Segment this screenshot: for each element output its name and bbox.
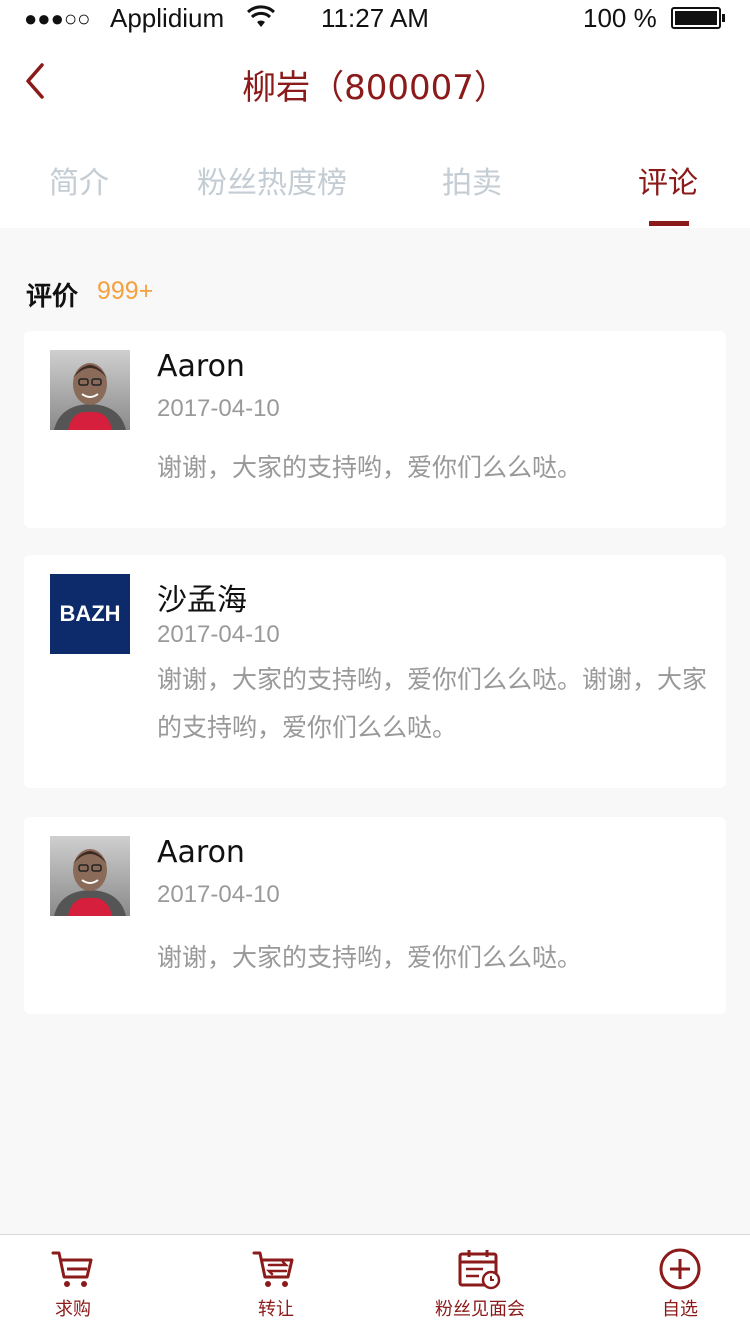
- bottom-nav-buy[interactable]: 求购: [23, 1235, 123, 1334]
- bottom-nav-transfer[interactable]: 转让: [226, 1235, 326, 1334]
- comment-author: 沙孟海: [157, 583, 247, 618]
- bottom-nav-watchlist[interactable]: 自选: [630, 1235, 730, 1334]
- bottom-nav-label: 自选: [662, 1299, 698, 1320]
- comment-text: 谢谢，大家的支持哟，爱你们么么哒。: [157, 943, 583, 972]
- comment-count: 999+: [97, 277, 154, 305]
- tab-fan-ranking[interactable]: 粉丝热度榜: [197, 158, 347, 202]
- comment-author: Aaron: [157, 349, 245, 384]
- brand-logo-icon: BAZH: [50, 574, 130, 654]
- bottom-nav-fan-meeting[interactable]: 粉丝见面会: [420, 1235, 540, 1334]
- tab-comments[interactable]: 评论: [638, 158, 698, 202]
- cart-icon: [51, 1251, 93, 1287]
- page-title: 柳岩（800007）: [242, 68, 508, 108]
- comment-card: Aaron 2017-04-10 谢谢，大家的支持哟，爱你们么么哒。: [24, 817, 726, 1014]
- bottom-nav: 求购 转让 粉丝见面会 自选: [0, 1234, 750, 1334]
- comment-date: 2017-04-10: [157, 621, 280, 648]
- tab-auction[interactable]: 拍卖: [442, 158, 502, 202]
- bottom-nav-label: 求购: [55, 1299, 91, 1320]
- bottom-nav-label: 粉丝见面会: [435, 1299, 525, 1320]
- comment-date: 2017-04-10: [157, 881, 280, 908]
- comment-text: 谢谢，大家的支持哟，爱你们么么哒。谢谢，大家的支持哟，爱你们么么哒。: [157, 665, 708, 742]
- section-title: 评价: [26, 282, 79, 312]
- battery-icon: [671, 7, 725, 29]
- screen: ●●●○○ Applidium 11:27 AM 100 % 柳岩（800007…: [0, 0, 750, 1334]
- tab-intro[interactable]: 简介: [49, 158, 109, 202]
- comment-text: 谢谢，大家的支持哟，爱你们么么哒。: [157, 453, 583, 482]
- user-photo-icon: [50, 836, 130, 916]
- nav-header: 柳岩（800007）: [0, 40, 750, 130]
- active-tab-indicator: [649, 221, 689, 226]
- comment-card: Aaron 2017-04-10 谢谢，大家的支持哟，爱你们么么哒。: [24, 331, 726, 528]
- battery-percentage: 100 %: [583, 3, 657, 33]
- bottom-nav-label: 转让: [258, 1299, 294, 1320]
- status-bar: ●●●○○ Applidium 11:27 AM 100 %: [0, 0, 750, 40]
- avatar[interactable]: [50, 350, 130, 430]
- transfer-cart-icon: [252, 1251, 294, 1287]
- comment-author: Aaron: [157, 835, 245, 870]
- calendar-clock-icon: [458, 1250, 501, 1290]
- plus-circle-icon: [659, 1248, 701, 1290]
- user-photo-icon: [50, 350, 130, 430]
- avatar[interactable]: [50, 836, 130, 916]
- logo-text: BAZH: [59, 601, 120, 626]
- comment-date: 2017-04-10: [157, 395, 280, 422]
- tab-bar: 简介 粉丝热度榜 拍卖 评论: [0, 130, 750, 228]
- avatar[interactable]: BAZH: [50, 574, 130, 654]
- comment-card: BAZH 沙孟海 2017-04-10 谢谢，大家的支持哟，爱你们么么哒。谢谢，…: [24, 555, 726, 788]
